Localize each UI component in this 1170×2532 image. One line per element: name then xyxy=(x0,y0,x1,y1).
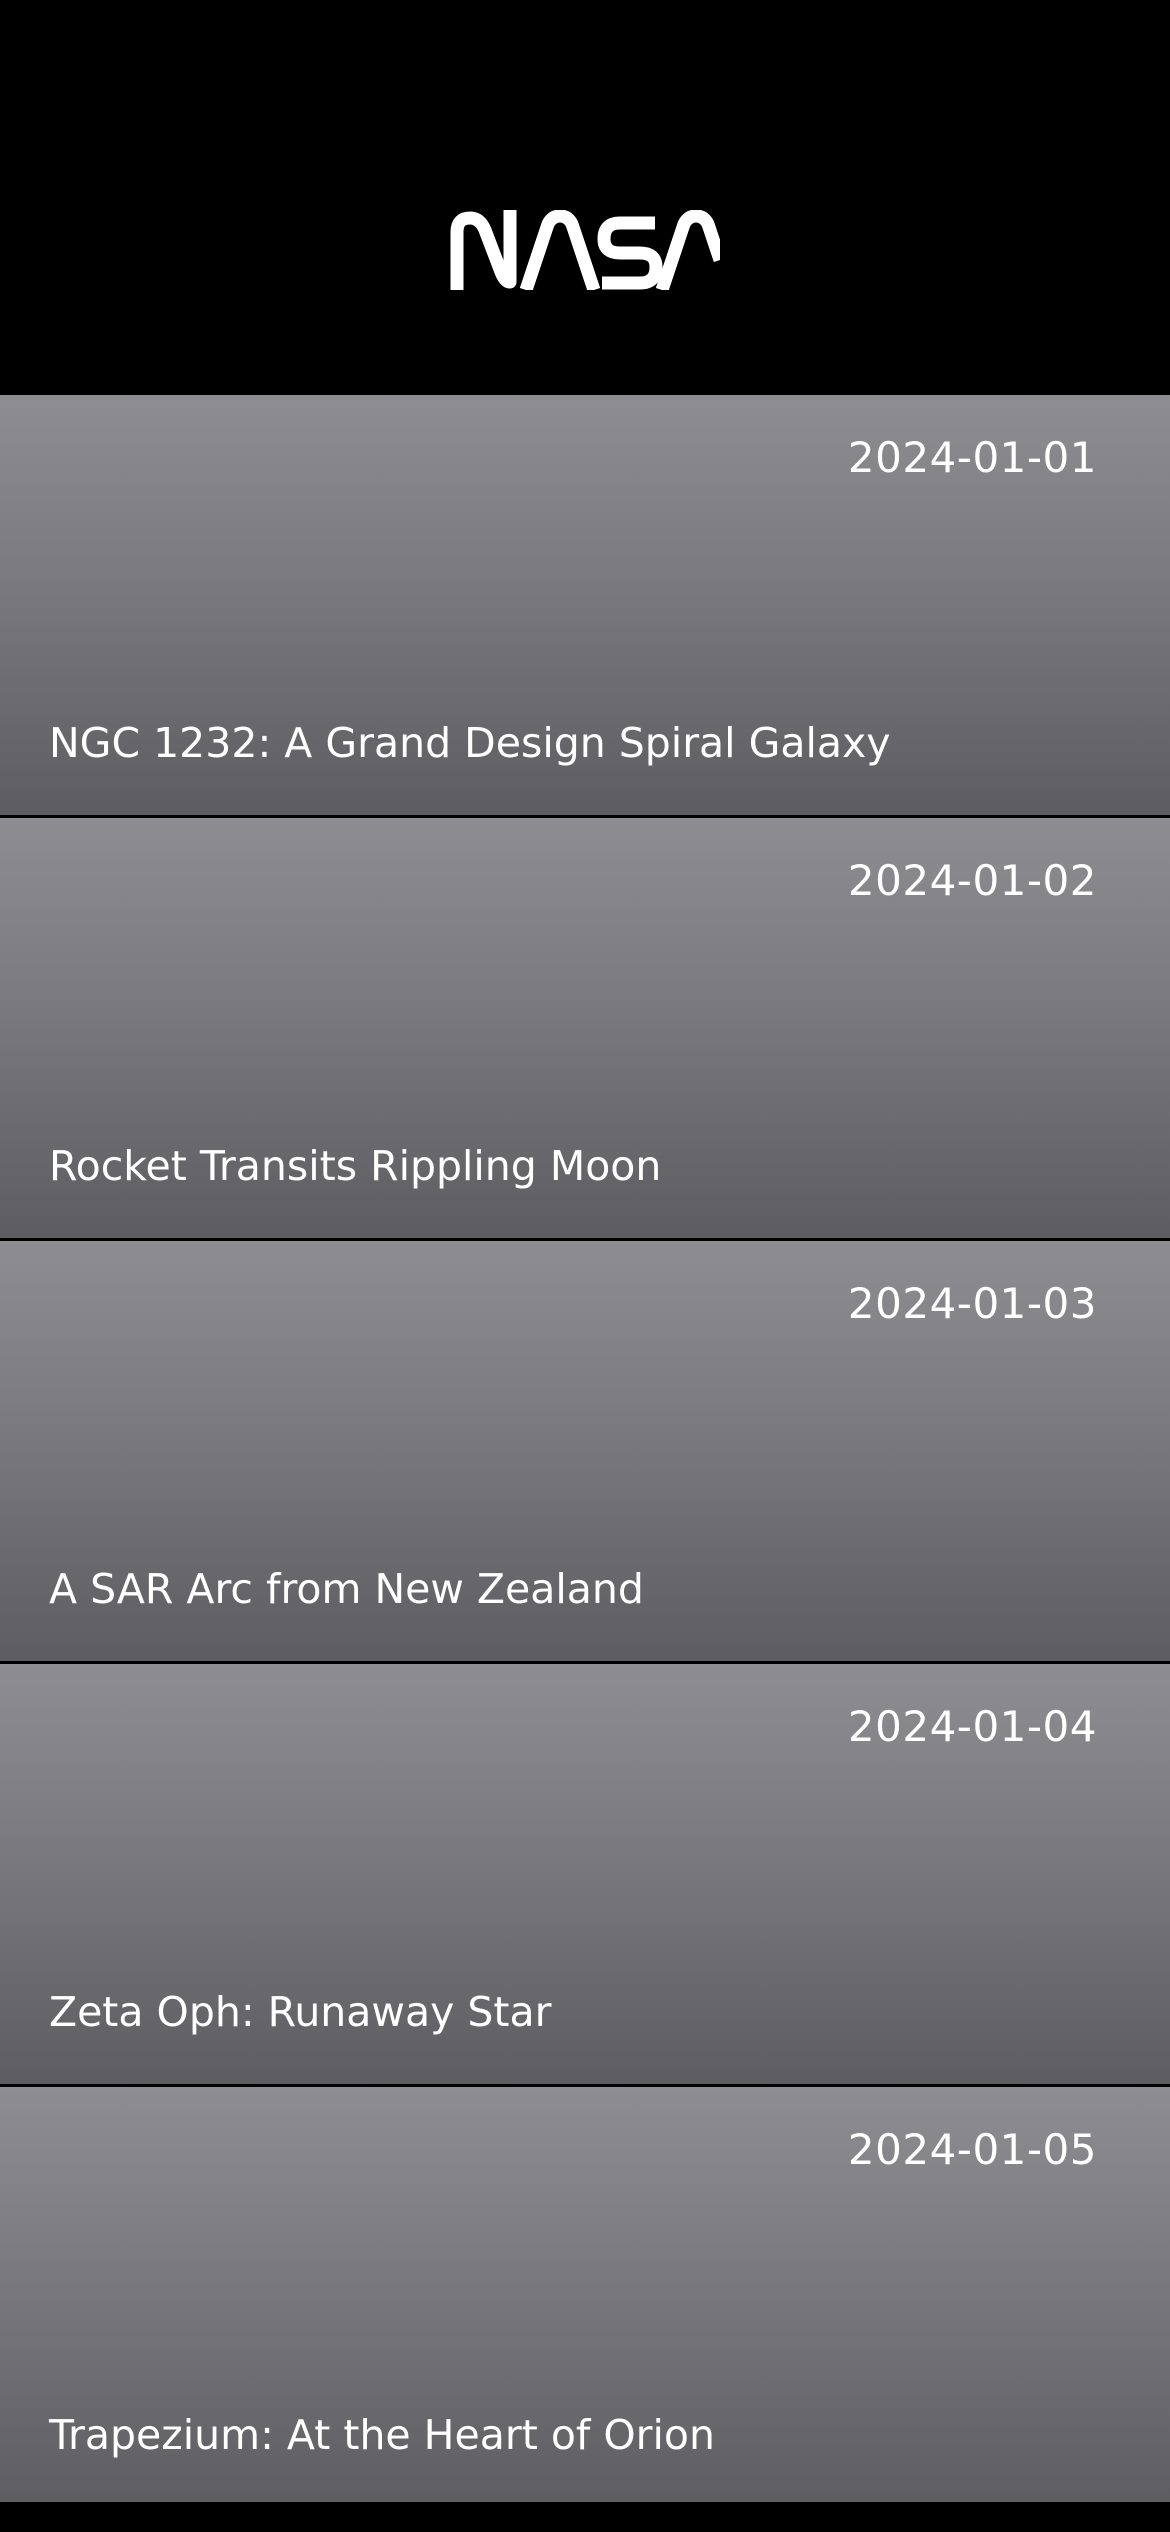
list-item[interactable]: 2024-01-05 Trapezium: At the Heart of Or… xyxy=(0,2087,1170,2507)
apod-list: 2024-01-01 NGC 1232: A Grand Design Spir… xyxy=(0,395,1170,2510)
list-item[interactable]: 2024-01-02 Rocket Transits Rippling Moon xyxy=(0,818,1170,1238)
item-date: 2024-01-05 xyxy=(847,2125,1097,2174)
item-date: 2024-01-03 xyxy=(847,1279,1097,1328)
item-date: 2024-01-04 xyxy=(847,1702,1097,1751)
list-item[interactable]: 2024-01-04 Zeta Oph: Runaway Star xyxy=(0,1664,1170,2084)
nasa-logo-icon xyxy=(450,210,720,290)
item-title: NGC 1232: A Grand Design Spiral Galaxy xyxy=(49,719,891,767)
list-item[interactable]: 2024-01-01 NGC 1232: A Grand Design Spir… xyxy=(0,395,1170,815)
item-date: 2024-01-01 xyxy=(847,433,1097,482)
item-title: A SAR Arc from New Zealand xyxy=(49,1565,644,1613)
header xyxy=(0,0,1170,395)
bottom-safe-area xyxy=(0,2502,1170,2532)
item-date: 2024-01-02 xyxy=(847,856,1097,905)
app-screen: 2024-01-01 NGC 1232: A Grand Design Spir… xyxy=(0,0,1170,2532)
item-title: Rocket Transits Rippling Moon xyxy=(49,1142,662,1190)
item-title: Trapezium: At the Heart of Orion xyxy=(49,2411,715,2459)
list-item[interactable]: 2024-01-03 A SAR Arc from New Zealand xyxy=(0,1241,1170,1661)
item-title: Zeta Oph: Runaway Star xyxy=(49,1988,552,2036)
